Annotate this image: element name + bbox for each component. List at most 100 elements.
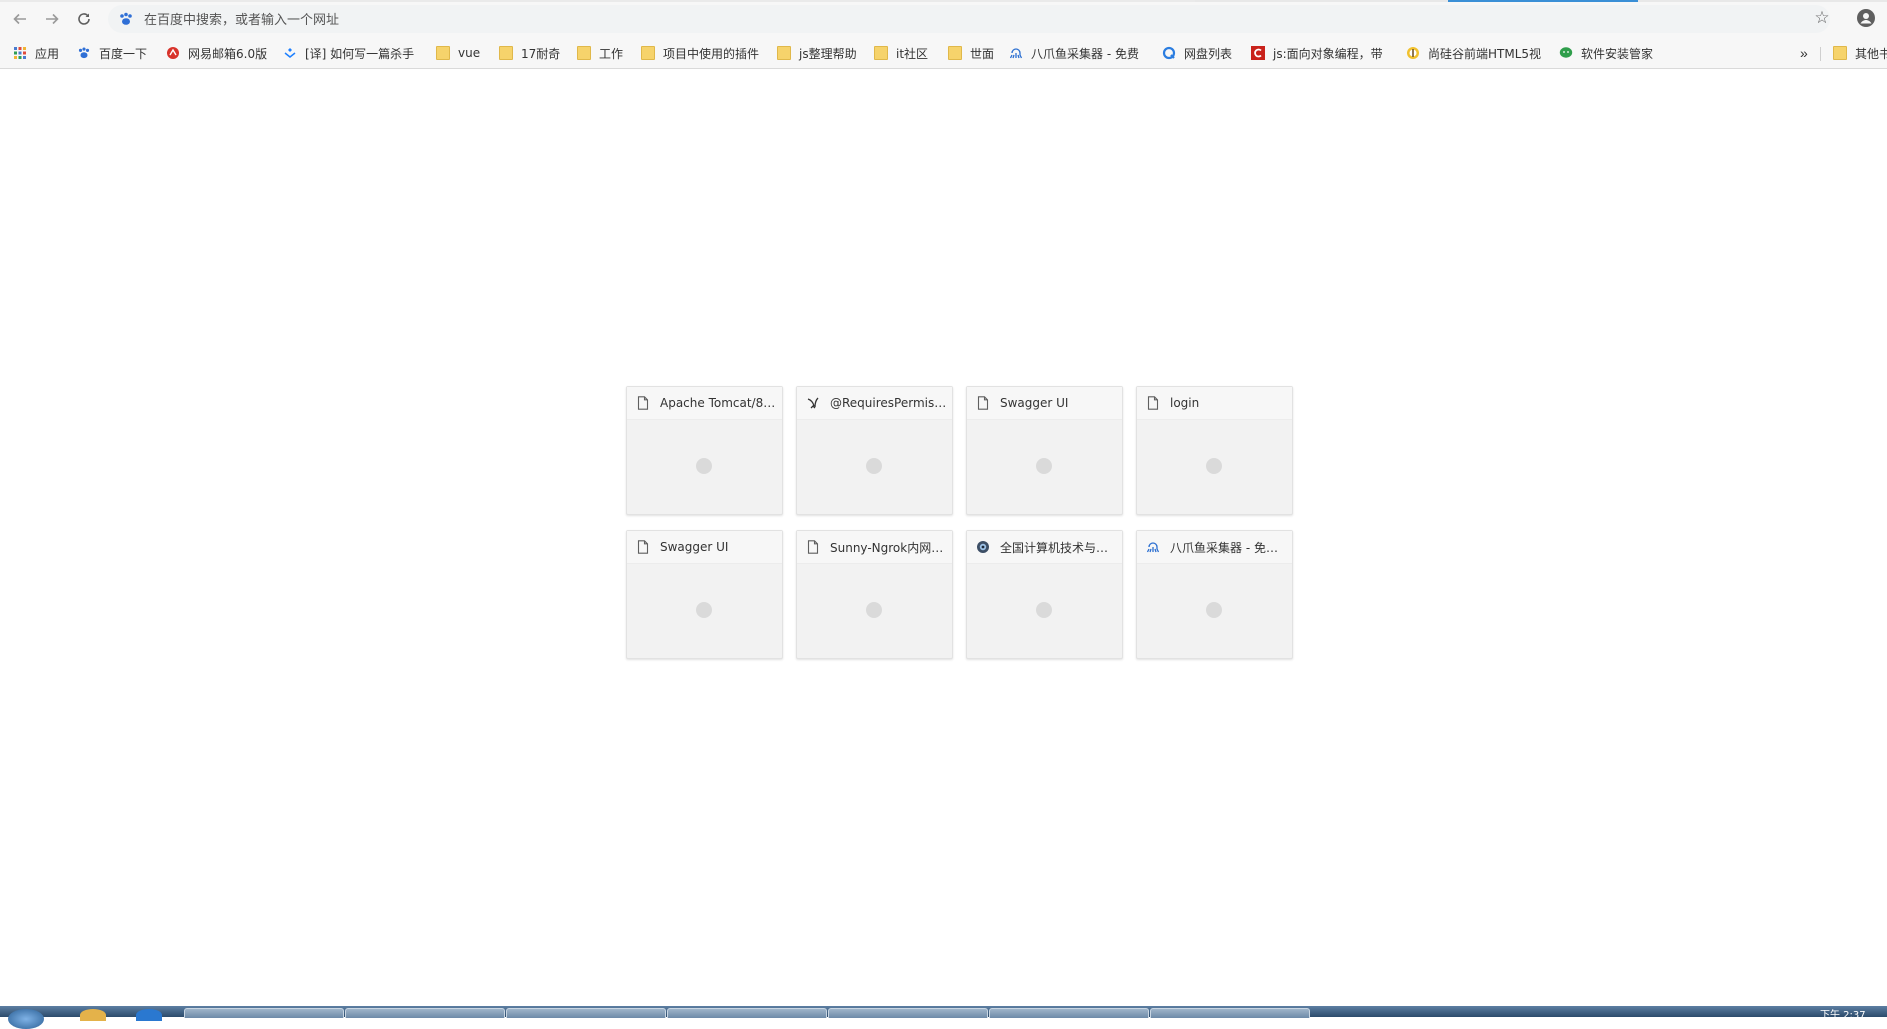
bookmark-label: 百度一下 — [99, 46, 148, 61]
tile-title-bar: Swagger UI — [967, 387, 1122, 420]
person-icon — [1857, 9, 1875, 27]
bookmark-label: 项目中使用的插件 — [663, 46, 760, 61]
octopus-icon — [1009, 48, 1023, 59]
os-taskbar: 下午 2:37 — [0, 1006, 1887, 1029]
baidu-paw-icon — [120, 12, 132, 25]
bookmark-atguigu[interactable]: 尚硅谷前端HTML5视 — [1406, 43, 1542, 63]
tile-thumbnail-placeholder — [866, 602, 882, 618]
bookmark-label: [译] 如何写一篇杀手 — [305, 46, 415, 61]
tile-title-bar: Sunny-Ngrok内网穿… — [797, 531, 952, 564]
csdn-icon — [1251, 46, 1265, 60]
active-tab-indicator — [1448, 0, 1638, 2]
folder-icon — [874, 46, 888, 60]
folder-icon — [777, 46, 791, 60]
tile-thumbnail-placeholder — [1036, 458, 1052, 474]
tile-thumbnail-placeholder — [1206, 458, 1222, 474]
tile-title: Swagger UI — [660, 540, 729, 554]
bookmark-folder-shimian[interactable]: 世面 — [948, 43, 994, 63]
bookmark-juejin[interactable]: [译] 如何写一篇杀手 — [283, 43, 418, 63]
bookmark-folder-vue[interactable]: vue — [436, 43, 480, 63]
forward-button[interactable] — [41, 8, 63, 30]
address-input[interactable] — [142, 9, 1746, 31]
taskbar-clock[interactable]: 下午 2:37 — [1820, 1006, 1866, 1021]
browser-icon[interactable] — [136, 1009, 162, 1021]
apps-grid-icon — [14, 47, 26, 59]
folder-icon — [436, 46, 450, 60]
page-icon — [636, 395, 650, 411]
tile-title-bar: Apache Tomcat/8.0.… — [627, 387, 782, 420]
bookmark-folder-it-community[interactable]: it社区 — [874, 43, 928, 63]
bookmark-folder-js-help[interactable]: js整理帮助 — [777, 43, 857, 63]
bookmark-bazhuayu[interactable]: 八爪鱼采集器 - 免费 — [1009, 43, 1145, 63]
most-visited-tile[interactable]: Swagger UI — [966, 386, 1123, 515]
tile-title: Swagger UI — [1000, 396, 1069, 410]
tile-thumbnail-placeholder — [1036, 602, 1052, 618]
page-icon — [806, 539, 820, 555]
browser-toolbar: ☆ — [0, 0, 1887, 38]
bookmark-folder-17naiqi[interactable]: 17耐奇 — [499, 43, 560, 63]
most-visited-tile[interactable]: Sunny-Ngrok内网穿… — [796, 530, 953, 659]
tab-strip-track — [0, 0, 1195, 2]
tile-title: 八爪鱼采集器 - 免费… — [1170, 540, 1288, 555]
tile-title-bar: login — [1137, 387, 1292, 420]
octopus-icon — [1146, 539, 1160, 555]
bookmark-label: 工作 — [599, 46, 624, 61]
page-icon — [1146, 395, 1160, 411]
most-visited-tile[interactable]: @RequiresPermissi… — [796, 386, 953, 515]
bookmark-label: 网易邮箱6.0版 — [188, 46, 268, 61]
tile-title-bar: Swagger UI — [627, 531, 782, 564]
bookmark-folder-other[interactable]: 其他书 — [1833, 43, 1887, 63]
tile-title: Apache Tomcat/8.0.… — [660, 396, 778, 410]
start-orb-icon[interactable] — [8, 1009, 44, 1029]
bookmark-software-manager[interactable]: 软件安装管家 — [1559, 43, 1653, 63]
baidu-paw-icon — [78, 47, 90, 59]
most-visited-tile[interactable]: 全国计算机技术与软… — [966, 530, 1123, 659]
back-button[interactable] — [9, 8, 31, 30]
bookmark-cloud-disk[interactable]: 网盘列表 — [1162, 43, 1232, 63]
folder-icon — [641, 46, 655, 60]
bookmark-label: 软件安装管家 — [1581, 46, 1654, 61]
bookmark-label: 世面 — [970, 46, 995, 61]
tile-thumbnail-placeholder — [696, 458, 712, 474]
bookmark-folder-work[interactable]: 工作 — [577, 43, 623, 63]
cloud-disk-icon — [1162, 46, 1176, 60]
tile-thumbnail-placeholder — [696, 602, 712, 618]
arrow-left-icon — [13, 13, 26, 25]
most-visited-tile[interactable]: login — [1136, 386, 1293, 515]
folder-icon — [577, 46, 591, 60]
reload-icon — [78, 13, 90, 25]
tab-strip-indicator — [0, 0, 1887, 2]
bookmark-folder-plugins[interactable]: 项目中使用的插件 — [641, 43, 759, 63]
bookmark-label: 其他书 — [1855, 46, 1887, 61]
most-visited-tile[interactable]: Apache Tomcat/8.0.… — [626, 386, 783, 515]
bookmarks-overflow-chevron[interactable]: » — [1800, 45, 1808, 61]
bookmark-label: 网盘列表 — [1184, 46, 1233, 61]
tile-title-bar: @RequiresPermissi… — [797, 387, 952, 420]
most-visited-tile[interactable]: 八爪鱼采集器 - 免费… — [1136, 530, 1293, 659]
eye-icon — [976, 539, 990, 555]
folder-icon — [499, 46, 513, 60]
address-bar[interactable] — [108, 5, 1830, 33]
swallow-icon — [806, 395, 820, 411]
bookmark-star-icon[interactable]: ☆ — [1812, 8, 1832, 28]
wechat-icon — [1559, 47, 1573, 58]
bookmark-baidu[interactable]: 百度一下 — [77, 43, 147, 63]
tile-title-bar: 八爪鱼采集器 - 免费… — [1137, 531, 1292, 564]
bookmark-label: 17耐奇 — [521, 46, 561, 61]
bookmark-netease-mail[interactable]: 网易邮箱6.0版 — [166, 43, 267, 63]
tile-title: Sunny-Ngrok内网穿… — [830, 540, 948, 555]
bookmark-csdn[interactable]: js:面向对象编程，带 — [1251, 43, 1387, 63]
bookmark-apps[interactable]: 应用 — [13, 43, 59, 63]
bookmark-label: js:面向对象编程，带 — [1273, 46, 1383, 61]
reload-button[interactable] — [73, 8, 95, 30]
bookmark-label: 八爪鱼采集器 - 免费 — [1031, 46, 1139, 61]
explorer-icon[interactable] — [80, 1009, 106, 1021]
arrow-right-icon — [46, 13, 59, 25]
bookmark-label: 尚硅谷前端HTML5视 — [1428, 46, 1542, 61]
folder-icon — [948, 46, 962, 60]
tile-thumbnail-placeholder — [866, 458, 882, 474]
profile-avatar-icon[interactable] — [1856, 8, 1876, 28]
page-icon — [976, 395, 990, 411]
most-visited-tile[interactable]: Swagger UI — [626, 530, 783, 659]
bookmark-label: 应用 — [35, 46, 60, 61]
